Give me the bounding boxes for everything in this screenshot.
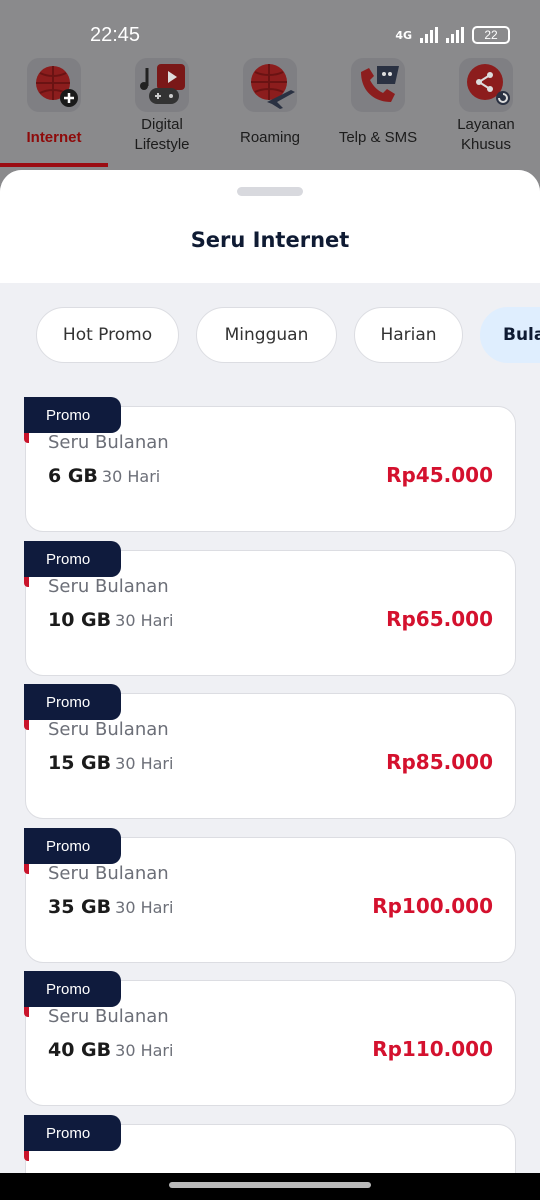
battery-icon: 22 <box>472 26 510 44</box>
package-price: Rp45.000 <box>386 463 493 487</box>
package-duration: 30 Hari <box>115 898 174 917</box>
status-time: 22:45 <box>90 24 141 46</box>
status-bar: 22:45 4G 22 <box>0 0 540 48</box>
phone-sms-icon <box>351 58 405 112</box>
package-quota: 6 GB 30 Hari <box>48 465 160 487</box>
status-icons: 4G 22 <box>395 26 510 44</box>
globe-plus-icon <box>27 58 81 112</box>
promo-badge: Promo <box>24 971 121 1007</box>
signal-icon <box>420 27 438 43</box>
battery-level: 22 <box>484 28 498 42</box>
badge-fold <box>24 1007 29 1017</box>
quota-value: 15 GB <box>48 752 112 774</box>
package-quota: 10 GB 30 Hari <box>48 609 173 631</box>
package-name: Seru Bulanan <box>48 432 169 453</box>
package-card[interactable]: Promo Seru Bulanan 15 GB 30 Hari Rp85.000 <box>24 684 516 819</box>
package-card[interactable]: Promo Seru Bulanan 6 GB 30 Hari Rp45.000 <box>24 397 516 532</box>
badge-fold <box>24 1151 29 1161</box>
package-card[interactable]: Promo Seru Bulanan 35 GB 30 Hari Rp100.00… <box>24 828 516 963</box>
promo-badge: Promo <box>24 684 121 720</box>
package-price: Rp85.000 <box>386 750 493 774</box>
badge-fold <box>24 433 29 443</box>
promo-badge: Promo <box>24 1115 121 1151</box>
network-type-label: 4G <box>395 28 412 42</box>
badge-fold <box>24 577 29 587</box>
package-name: Seru Bulanan <box>48 1006 169 1027</box>
package-card[interactable]: Promo Seru Bulanan 40 GB 30 Hari Rp110.00… <box>24 971 516 1106</box>
system-nav-bar <box>0 1173 540 1200</box>
sheet-header: Seru Internet <box>0 170 540 283</box>
tab-roaming[interactable]: Roaming <box>216 50 324 168</box>
package-duration: 30 Hari <box>115 1041 174 1060</box>
tab-roaming-label: Roaming <box>239 129 301 146</box>
badge-fold <box>24 864 29 874</box>
quota-value: 10 GB <box>48 609 112 631</box>
category-tabs: Internet Digital Lifestyle Roaming Telp … <box>0 50 540 168</box>
tab-digital-lifestyle-label: Digital Lifestyle <box>134 116 190 153</box>
globe-plane-icon <box>243 58 297 112</box>
package-card[interactable]: Promo Seru Bulanan 10 GB 30 Hari Rp65.000 <box>24 541 516 676</box>
package-price: Rp65.000 <box>386 607 493 631</box>
filter-chips: Hot Promo Mingguan Harian Bula <box>0 307 540 365</box>
tab-internet[interactable]: Internet <box>0 50 108 168</box>
drag-handle[interactable] <box>237 187 303 196</box>
chip-bulanan[interactable]: Bula <box>480 307 540 363</box>
tab-layanan-khusus-label: Layanan Khusus <box>457 116 515 153</box>
package-name: Seru Bulanan <box>48 576 169 597</box>
promo-badge: Promo <box>24 397 121 433</box>
tab-internet-label: Internet <box>26 129 82 146</box>
media-gamepad-icon <box>135 58 189 112</box>
active-tab-indicator <box>0 163 108 167</box>
package-bottom-sheet: Seru Internet Hot Promo Mingguan Harian … <box>0 170 540 1173</box>
quota-value: 40 GB <box>48 1039 112 1061</box>
package-duration: 30 Hari <box>101 467 161 486</box>
promo-badge: Promo <box>24 828 121 864</box>
package-price: Rp100.000 <box>372 894 493 918</box>
badge-fold <box>24 720 29 730</box>
tab-digital-lifestyle[interactable]: Digital Lifestyle <box>108 50 216 168</box>
promo-badge: Promo <box>24 541 121 577</box>
package-duration: 30 Hari <box>115 754 174 773</box>
tab-telp-sms-label: Telp & SMS <box>338 129 418 146</box>
package-quota: 40 GB 30 Hari <box>48 1039 173 1061</box>
package-price: Rp110.000 <box>372 1037 493 1061</box>
package-quota: 15 GB 30 Hari <box>48 752 173 774</box>
chip-hot-promo[interactable]: Hot Promo <box>36 307 179 363</box>
home-gesture-bar[interactable] <box>169 1182 371 1188</box>
package-name: Seru Bulanan <box>48 719 169 740</box>
package-duration: 30 Hari <box>115 611 174 630</box>
package-name: Seru Bulanan <box>48 863 169 884</box>
special-service-icon <box>459 58 513 112</box>
tab-layanan-khusus[interactable]: Layanan Khusus <box>432 50 540 168</box>
package-card[interactable]: Promo <box>24 1115 516 1173</box>
tab-telp-sms[interactable]: Telp & SMS <box>324 50 432 168</box>
quota-value: 35 GB <box>48 896 112 918</box>
quota-value: 6 GB <box>48 465 98 487</box>
sheet-title: Seru Internet <box>190 228 350 252</box>
package-quota: 35 GB 30 Hari <box>48 896 173 918</box>
chip-harian[interactable]: Harian <box>354 307 463 363</box>
signal-icon-2 <box>446 27 464 43</box>
chip-mingguan[interactable]: Mingguan <box>196 307 337 363</box>
